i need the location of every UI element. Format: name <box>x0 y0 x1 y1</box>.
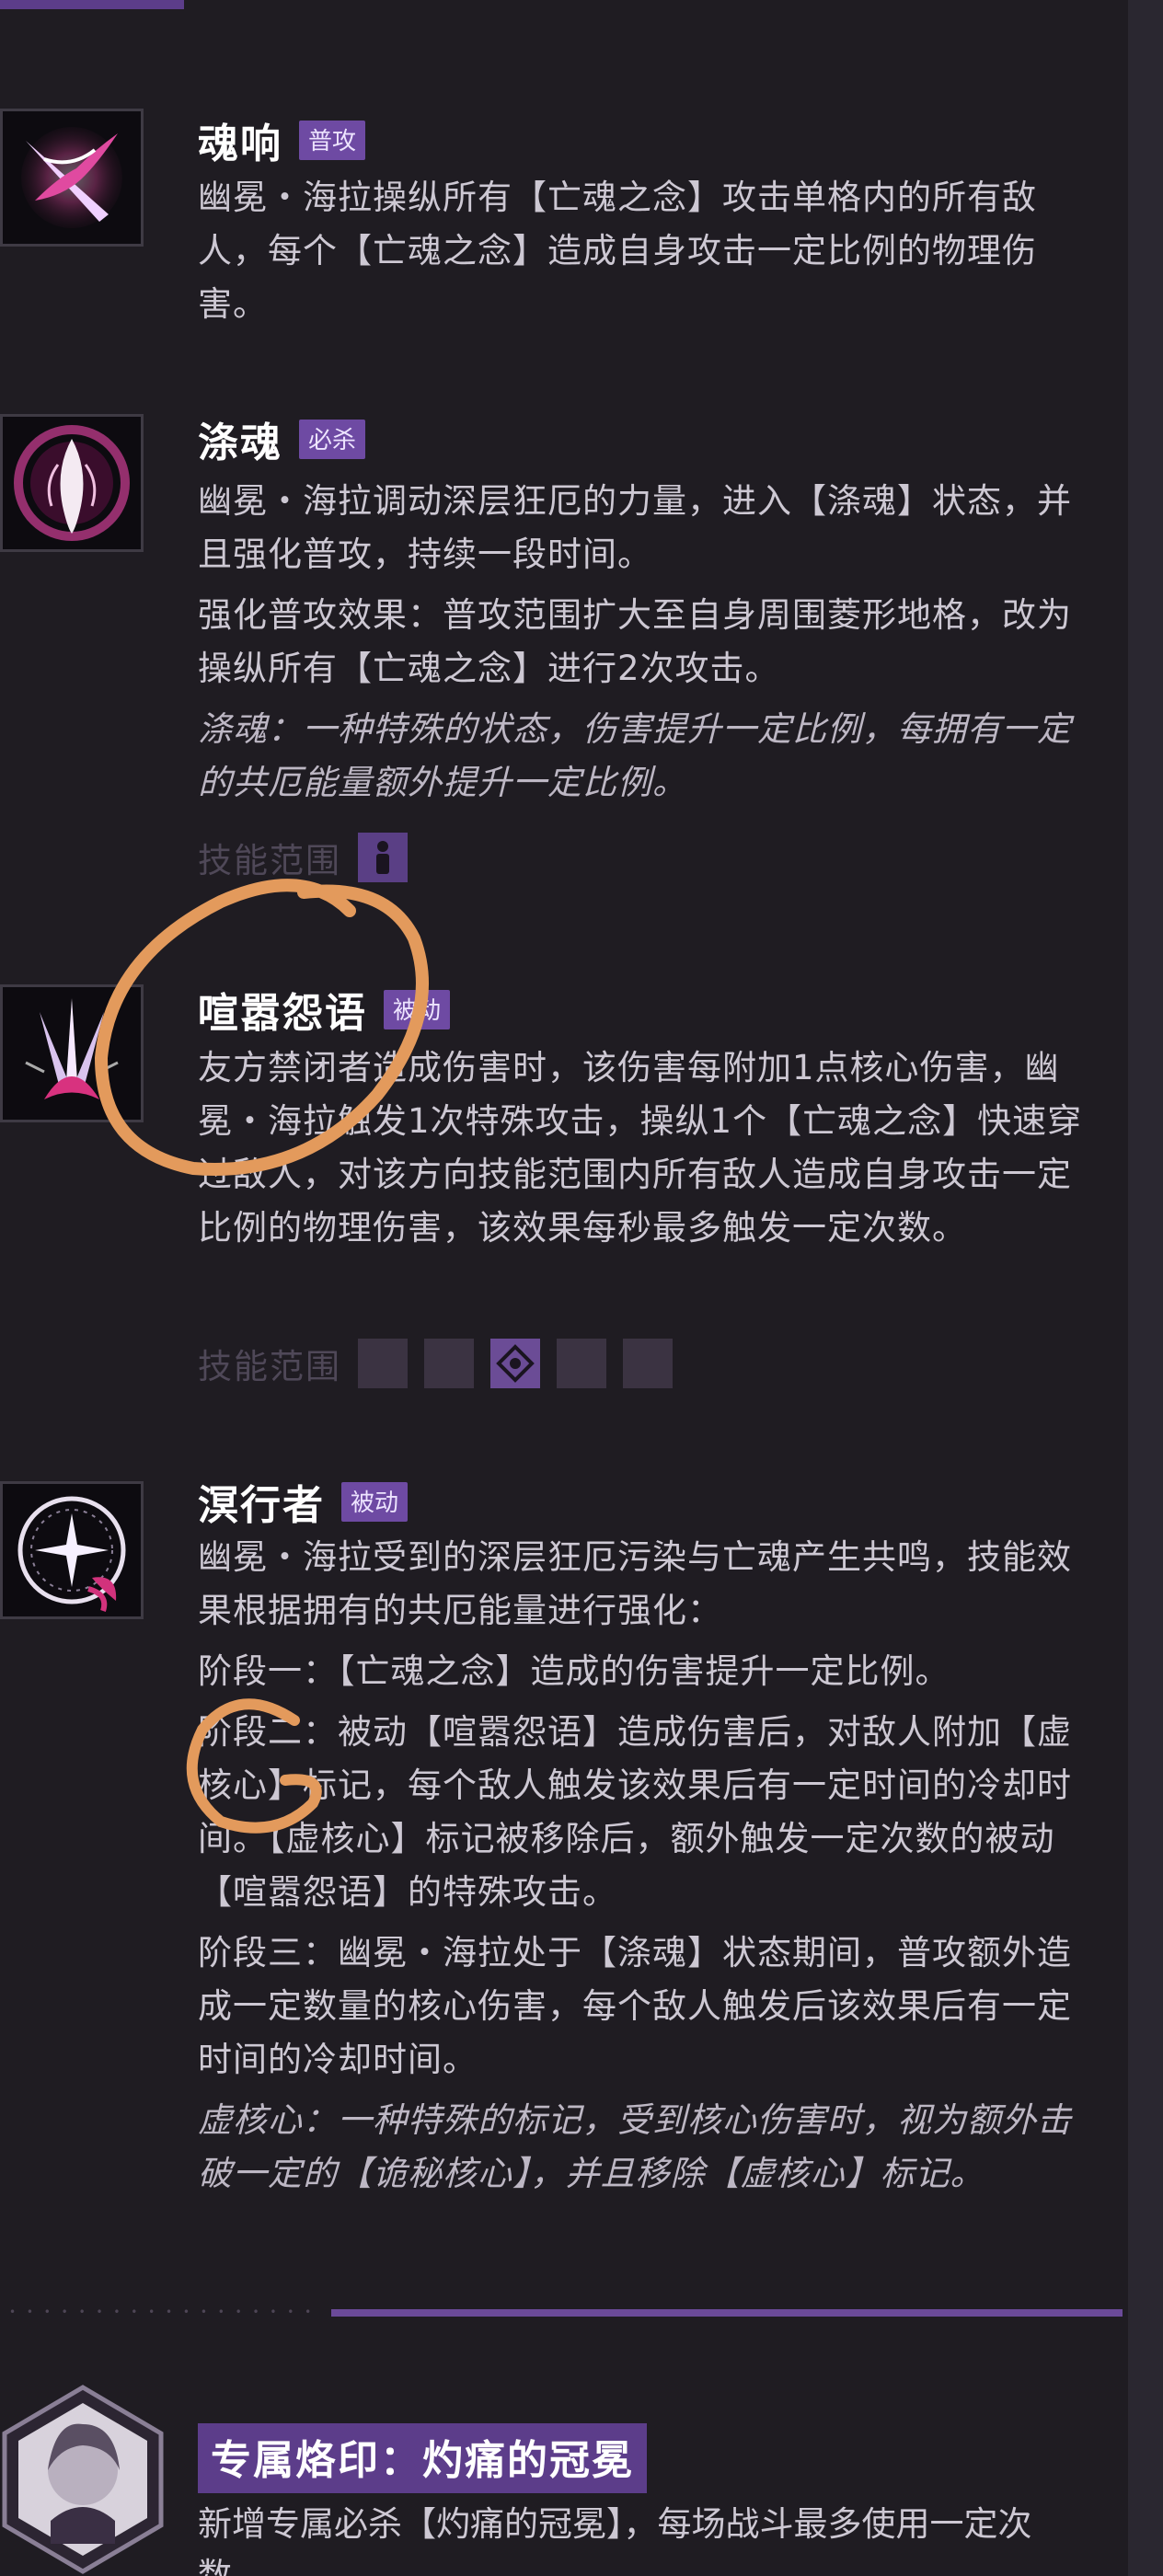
skill-title-row: 魂响 普攻 <box>198 110 366 169</box>
skill-name: 魂响 <box>198 121 282 167</box>
person-range-icon <box>358 833 408 882</box>
skill-paragraph: 幽冕・海拉受到的深层狂厄污染与亡魂产生共鸣，技能效果根据拥有的共厄能量进行强化： <box>198 1537 1072 1630</box>
scroll-track[interactable] <box>1128 0 1163 2576</box>
section-divider <box>331 2309 1123 2317</box>
skill-paragraph: 幽冕・海拉操纵所有【亡魂之念】攻击单格内的所有敌人，每个【亡魂之念】造成自身攻击… <box>198 178 1037 324</box>
skill-name: 溟行者 <box>198 1482 325 1529</box>
skill-paragraph: 阶段一：【亡魂之念】造成的伤害提升一定比例。 <box>198 1651 950 1691</box>
skill-name: 喧嚣怨语 <box>198 990 367 1037</box>
top-accent-bar <box>0 0 184 9</box>
skill-paragraph: 幽冕・海拉调动深层狂厄的力量，进入【涤魂】状态，并且强化普攻，持续一段时间。 <box>198 481 1072 574</box>
brand-description: 新增专属必杀【灼痛的冠冕】，每场战斗最多使用一定次数。 <box>198 2504 1032 2576</box>
skill-title-row: 喧嚣怨语 被动 <box>198 980 451 1039</box>
exclusive-brand-card: 专属烙印：灼痛的冠冕 新增专属必杀【灼痛的冠冕】，每场战斗最多使用一定次数。 <box>0 2383 1128 2576</box>
skill-range-row: 技能范围 <box>198 833 408 882</box>
skill-paragraph: 阶段二：被动【喧嚣怨语】造成伤害后，对敌人附加【虚核心】标记，每个敌人触发该效果… <box>198 1712 1072 1912</box>
skill-tag: 普攻 <box>299 120 366 160</box>
range-cell <box>358 1339 408 1388</box>
skill-description: 幽冕・海拉受到的深层狂厄污染与亡魂产生共鸣，技能效果根据拥有的共厄能量进行强化：… <box>198 1531 1100 2208</box>
range-cell <box>557 1339 606 1388</box>
skill-description: 幽冕・海拉操纵所有【亡魂之念】攻击单格内的所有敌人，每个【亡魂之念】造成自身攻击… <box>198 171 1100 339</box>
skill-title-row: 涤魂 必杀 <box>198 409 366 468</box>
soul-spear-icon <box>0 109 144 247</box>
character-portrait-icon <box>0 2383 166 2576</box>
skill-description: 幽冕・海拉调动深层狂厄的力量，进入【涤魂】状态，并且强化普攻，持续一段时间。 强… <box>198 475 1100 817</box>
skill-description: 友方禁闭者造成伤害时，该伤害每附加1点核心伤害，幽冕・海拉触发1次特殊攻击，操纵… <box>198 1041 1100 1262</box>
skill-detail-page: 魂响 普攻 幽冕・海拉操纵所有【亡魂之念】攻击单格内的所有敌人，每个【亡魂之念】… <box>0 0 1163 2576</box>
section-divider-dots: • • • • • • • • • • • • • • • • • • <box>9 2306 316 2318</box>
target-range-icon <box>490 1339 540 1388</box>
range-label: 技能范围 <box>198 841 341 880</box>
skill-name: 涤魂 <box>198 420 282 466</box>
soul-wisp-icon <box>0 414 144 552</box>
range-cell <box>424 1339 474 1388</box>
compass-cross-icon <box>0 1481 144 1619</box>
skill-paragraph: 阶段三：幽冕・海拉处于【涤魂】状态期间，普攻额外造成一定数量的核心伤害，每个敌人… <box>198 1933 1072 2079</box>
skill-paragraph: 友方禁闭者造成伤害时，该伤害每附加1点核心伤害，幽冕・海拉触发1次特殊攻击，操纵… <box>198 1048 1083 1248</box>
brand-title: 专属烙印：灼痛的冠冕 <box>198 2423 647 2493</box>
range-cell <box>623 1339 673 1388</box>
skill-note: 虚核心：一种特殊的标记，受到核心伤害时，视为额外击破一定的【诡秘核心】，并且移除… <box>198 2100 1072 2193</box>
skill-paragraph: 强化普攻效果：普攻范围扩大至自身周围菱形地格，改为操纵所有【亡魂之念】进行2次攻… <box>198 595 1072 688</box>
skill-tag: 被动 <box>341 1481 409 1522</box>
skill-range-row: 技能范围 <box>198 1339 673 1388</box>
skill-note: 涤魂：一种特殊的状态，伤害提升一定比例，每拥有一定的共厄能量额外提升一定比例。 <box>198 709 1072 802</box>
triple-spear-icon <box>0 984 144 1122</box>
skill-title-row: 溟行者 被动 <box>198 1472 409 1531</box>
range-label: 技能范围 <box>198 1347 341 1386</box>
skill-tag: 必杀 <box>299 419 366 459</box>
skill-tag: 被动 <box>384 989 451 1029</box>
